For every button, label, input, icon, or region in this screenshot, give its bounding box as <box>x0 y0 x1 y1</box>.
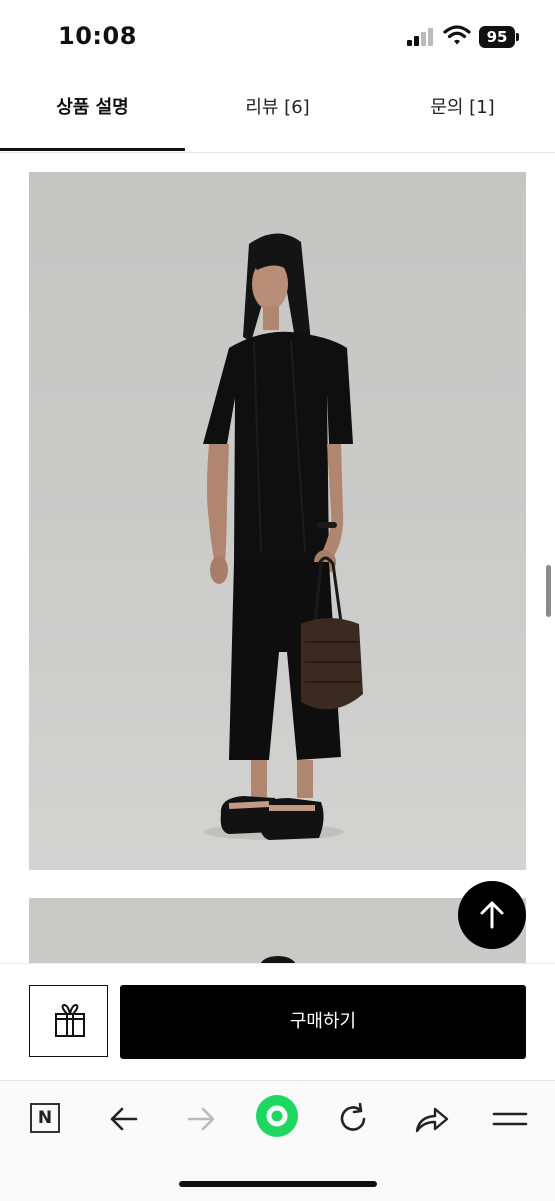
naver-n-button[interactable]: N <box>30 1103 60 1133</box>
scroll-to-top-button[interactable] <box>458 881 526 949</box>
back-arrow-icon[interactable] <box>100 1097 148 1141</box>
forward-arrow-icon[interactable] <box>177 1097 225 1141</box>
status-time: 10:08 <box>58 22 137 50</box>
battery-indicator: 95 <box>479 26 515 48</box>
signal-icon <box>407 28 435 46</box>
product-photo <box>29 172 526 870</box>
tab-description[interactable]: 상품 설명 <box>0 72 185 150</box>
tab-inquiries[interactable]: 문의 [1] <box>370 72 555 150</box>
scrollbar[interactable] <box>546 565 551 617</box>
product-photo-2 <box>29 898 526 968</box>
model-head-partial <box>260 956 296 968</box>
wifi-icon <box>443 25 471 45</box>
purchase-bar: 구매하기 <box>0 963 555 1080</box>
arrow-up-icon <box>480 901 504 929</box>
active-tab-indicator <box>0 148 185 151</box>
green-circle-home-icon[interactable] <box>254 1093 300 1139</box>
model-illustration <box>203 233 363 840</box>
tab-reviews[interactable]: 리뷰 [6] <box>185 72 370 150</box>
buy-button[interactable]: 구매하기 <box>120 985 526 1059</box>
gift-icon <box>55 1003 85 1037</box>
battery-tip <box>516 33 519 41</box>
status-bar: 10:08 95 <box>0 0 555 72</box>
home-indicator <box>179 1181 377 1187</box>
reload-icon[interactable] <box>330 1097 378 1141</box>
product-tabs: 상품 설명 리뷰 [6] 문의 [1] <box>0 72 555 153</box>
gift-button[interactable] <box>29 985 108 1057</box>
menu-icon[interactable] <box>486 1097 534 1141</box>
share-icon[interactable] <box>407 1097 455 1141</box>
